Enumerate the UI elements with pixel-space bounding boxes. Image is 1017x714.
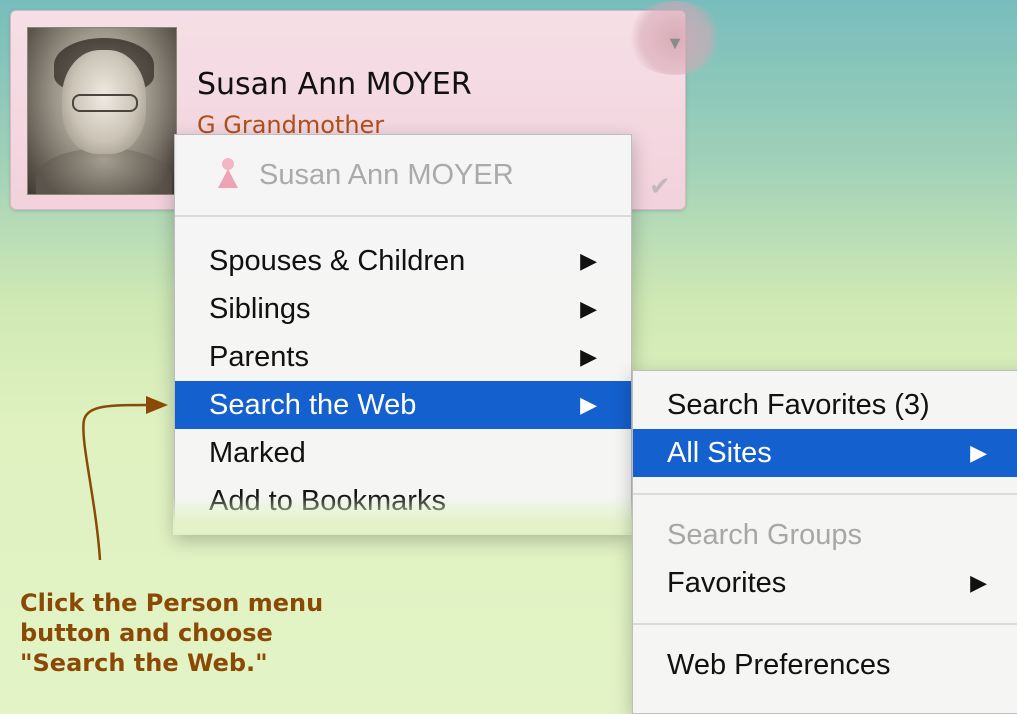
annotation-line: "Search the Web."	[20, 649, 268, 677]
annotation-line: button and choose	[20, 619, 273, 647]
annotation-line: Click the Person menu	[20, 589, 324, 617]
annotation-callout: Click the Person menu button and choose …	[20, 588, 420, 678]
